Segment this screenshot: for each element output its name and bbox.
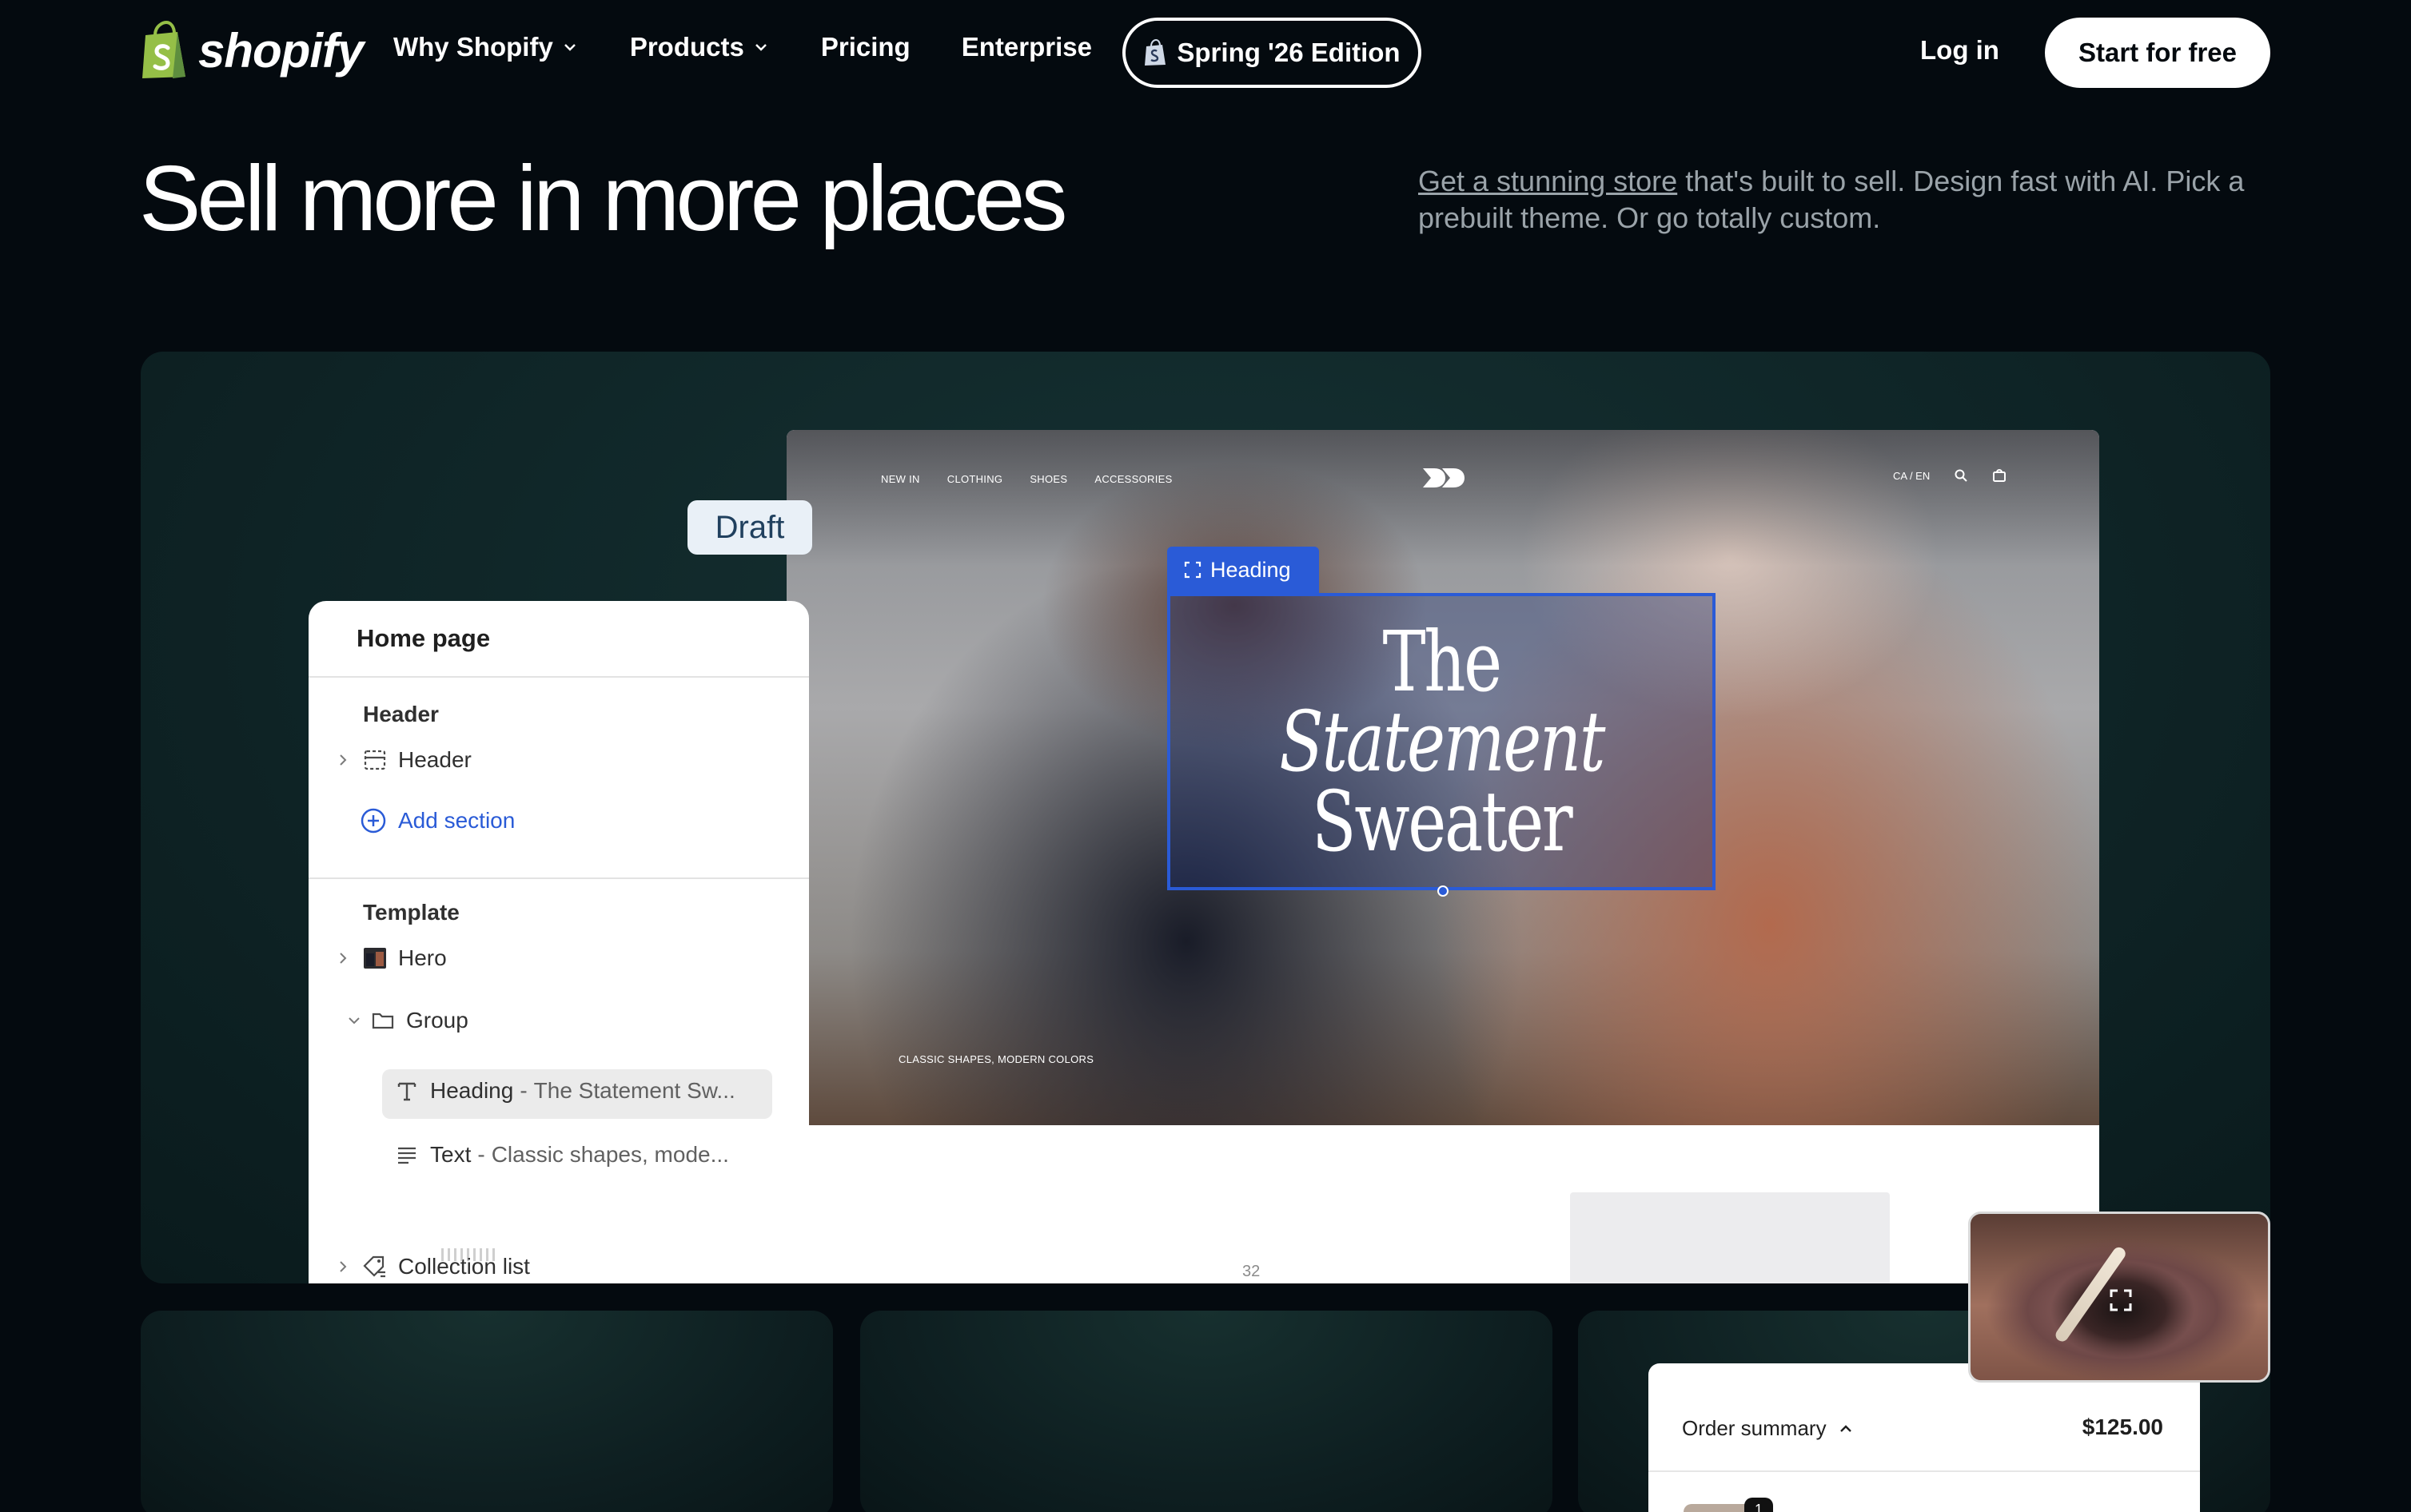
video-preview[interactable] (1968, 1212, 2270, 1383)
sidebar-item-heading[interactable]: Heading - The Statement Sw... (393, 1077, 735, 1104)
product-number: 32 (1242, 1263, 1261, 1280)
paragraph-icon (393, 1141, 420, 1168)
item-separator: - (520, 1078, 528, 1103)
resize-handle[interactable] (1437, 885, 1449, 897)
expand-icon[interactable] (2106, 1286, 2135, 1315)
editor-showcase-card: NEW IN CLOTHING SHOES ACCESSORIES CA / E… (141, 352, 2270, 1283)
section-divider (309, 877, 809, 879)
storefront-heading-line-3: Sweater (1311, 773, 1573, 870)
header-layout-icon (361, 746, 389, 774)
spring-edition-button[interactable]: Spring '26 Edition (1122, 18, 1421, 88)
selected-heading-block[interactable]: The Statement Sweater (1167, 593, 1716, 897)
sidebar-item-hero[interactable]: Hero (331, 945, 447, 972)
item-separator: - (477, 1142, 485, 1167)
nav-links: Why Shopify Products Pricing Enterprise (393, 32, 1092, 62)
shopify-bag-icon (142, 21, 185, 78)
cart-icon[interactable] (1992, 468, 2007, 483)
sidebar-item-heading-label: Heading (430, 1078, 514, 1103)
nav-products-label: Products (629, 32, 744, 62)
add-section-button[interactable]: Add section (360, 807, 515, 834)
storefront-nav: NEW IN CLOTHING SHOES ACCESSORIES (881, 473, 1173, 485)
feature-card-2 (860, 1311, 1552, 1512)
text-type-icon (393, 1077, 420, 1104)
collection-tag-icon (361, 1253, 389, 1280)
plus-circle-icon (361, 808, 386, 834)
order-total: $125.00 (2082, 1415, 2163, 1439)
product-placeholder (1570, 1192, 1890, 1283)
storefront-nav-new-in[interactable]: NEW IN (881, 473, 920, 485)
locale-selector[interactable]: CA / EN (1893, 470, 1930, 482)
storefront-lower-section: 32 (787, 1125, 2099, 1283)
feature-card-1 (141, 1311, 833, 1512)
logo-wordmark: shopify (198, 23, 364, 78)
hero-thumbnail-icon (361, 945, 389, 972)
order-summary-toggle[interactable]: Order summary (1682, 1416, 1854, 1441)
storefront-caption: CLASSIC SHAPES, MODERN COLORS (899, 1053, 1094, 1065)
storefront-heading: The Statement Sweater (1279, 613, 1605, 870)
heading-block-tag-label: Heading (1210, 557, 1291, 582)
hero-description: Get a stunning store that's built to sel… (1418, 163, 2297, 237)
product-thumbnail (1684, 1504, 1752, 1512)
sidebar-item-collection-list-label: Collection list (398, 1254, 530, 1279)
nav-why-shopify[interactable]: Why Shopify (393, 32, 579, 62)
sidebar-item-group[interactable]: Group (331, 1007, 468, 1034)
shopify-logo[interactable]: shopify (139, 21, 364, 80)
sidebar-item-text-sub: Classic shapes, mode... (491, 1142, 729, 1167)
header-section-label: Header (363, 702, 439, 726)
nav-why-shopify-label: Why Shopify (393, 32, 553, 62)
storefront-nav-shoes[interactable]: SHOES (1030, 473, 1067, 485)
chevron-right-icon (331, 1259, 355, 1274)
add-section-label: Add section (398, 808, 516, 833)
storefront-preview: NEW IN CLOTHING SHOES ACCESSORIES CA / E… (787, 430, 2099, 1283)
nav-pricing-label: Pricing (820, 32, 911, 62)
hero-title: Sell more in more places (139, 146, 1068, 250)
login-link[interactable]: Log in (1920, 35, 1999, 66)
panel-title: Home page (309, 601, 809, 678)
folder-icon (369, 1007, 397, 1034)
editor-sidebar: Home page Header Header Add section Temp… (309, 601, 809, 1283)
start-for-free-button[interactable]: Start for free (2045, 18, 2270, 88)
sidebar-item-header[interactable]: Header (331, 746, 472, 774)
storefront-nav-accessories[interactable]: ACCESSORIES (1094, 473, 1172, 485)
order-divider (1648, 1470, 2200, 1472)
sidebar-item-text[interactable]: Text - Classic shapes, mode... (393, 1141, 729, 1168)
nav-pricing[interactable]: Pricing (821, 32, 911, 62)
spring-edition-label: Spring '26 Edition (1177, 38, 1401, 67)
search-icon[interactable] (1954, 468, 1968, 483)
nav-enterprise-label: Enterprise (961, 32, 1092, 62)
quantity-badge: 1 (1744, 1498, 1773, 1512)
stunning-store-link[interactable]: Get a stunning store (1418, 165, 1677, 197)
template-section-label: Template (363, 900, 460, 925)
select-frame-icon (1184, 561, 1202, 579)
storefront-logo-icon (1423, 468, 1465, 487)
storefront-heading-line-1: The (1382, 613, 1502, 710)
heading-block-tag[interactable]: Heading (1167, 547, 1319, 593)
sidebar-item-heading-sub: The Statement Sw... (533, 1078, 735, 1103)
chevron-right-icon (331, 753, 355, 767)
chevron-down-icon (342, 1015, 366, 1026)
draft-badge: Draft (687, 500, 812, 555)
sidebar-item-header-label: Header (398, 747, 472, 772)
sidebar-item-group-label: Group (406, 1008, 468, 1033)
order-summary-label: Order summary (1682, 1416, 1827, 1440)
storefront-utility-bar: CA / EN (1893, 468, 2007, 483)
chevron-right-icon (331, 951, 355, 965)
shopify-bag-icon (1145, 39, 1166, 66)
storefront-nav-clothing[interactable]: CLOTHING (947, 473, 1003, 485)
sidebar-item-collection-list[interactable]: Collection list (331, 1253, 530, 1280)
chevron-down-icon (564, 44, 576, 51)
sidebar-item-hero-label: Hero (398, 945, 447, 970)
nav-products[interactable]: Products (630, 32, 770, 62)
chevron-down-icon (755, 44, 767, 51)
sidebar-item-text-label: Text (430, 1142, 472, 1167)
storefront-heading-line-2: Statement (1279, 693, 1605, 790)
storefront-header-shade (787, 430, 2099, 566)
top-nav: shopify Why Shopify Products Pricing Ent… (0, 0, 2411, 105)
chevron-up-icon (1839, 1424, 1851, 1432)
order-summary-panel: Order summary $125.00 1 (1648, 1363, 2200, 1512)
nav-enterprise[interactable]: Enterprise (962, 32, 1092, 62)
